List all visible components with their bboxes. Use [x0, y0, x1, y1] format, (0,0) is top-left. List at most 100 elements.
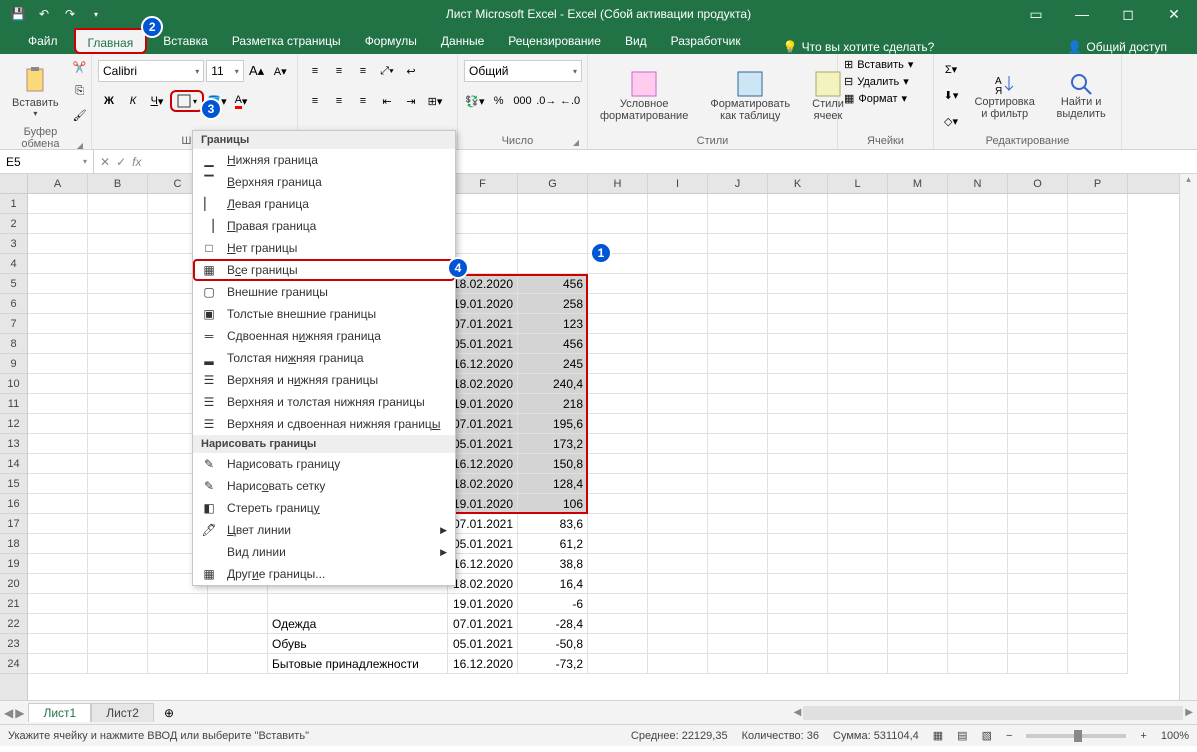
row-head-9[interactable]: 9 [0, 354, 27, 374]
cell[interactable] [588, 414, 648, 434]
draw-grid-item[interactable]: ✎Нарисовать сетку [193, 475, 455, 497]
zoom-slider[interactable] [1026, 734, 1126, 738]
cell[interactable] [948, 614, 1008, 634]
cell[interactable] [888, 454, 948, 474]
cell[interactable] [1068, 494, 1128, 514]
cell[interactable] [948, 554, 1008, 574]
cell[interactable] [1008, 494, 1068, 514]
cell[interactable] [88, 554, 148, 574]
tab-developer[interactable]: Разработчик [659, 28, 753, 54]
tab-page-layout[interactable]: Разметка страницы [220, 28, 353, 54]
cell[interactable] [828, 434, 888, 454]
cell[interactable] [1068, 414, 1128, 434]
cell[interactable]: 16.12.2020 [448, 554, 518, 574]
cell[interactable] [768, 214, 828, 234]
cell[interactable] [28, 234, 88, 254]
cell[interactable]: 07.01.2021 [448, 314, 518, 334]
cell[interactable]: 106 [518, 494, 588, 514]
cell[interactable] [828, 554, 888, 574]
cell[interactable] [28, 354, 88, 374]
cell[interactable] [708, 374, 768, 394]
cell[interactable] [648, 554, 708, 574]
cell[interactable] [888, 474, 948, 494]
fx-icon[interactable]: fx [132, 155, 141, 169]
cell[interactable] [28, 314, 88, 334]
cell[interactable] [648, 474, 708, 494]
cell[interactable] [518, 254, 588, 274]
cell[interactable] [948, 634, 1008, 654]
cell[interactable] [588, 494, 648, 514]
orientation-icon[interactable]: ⤢▾ [376, 60, 398, 82]
cell[interactable]: Обувь [268, 634, 448, 654]
cell[interactable] [888, 414, 948, 434]
cell[interactable] [88, 494, 148, 514]
cell[interactable] [948, 414, 1008, 434]
cell[interactable] [648, 414, 708, 434]
cell[interactable] [588, 314, 648, 334]
cell[interactable] [1008, 274, 1068, 294]
cell[interactable] [648, 534, 708, 554]
cell[interactable] [588, 294, 648, 314]
cell[interactable] [88, 274, 148, 294]
cell[interactable] [708, 454, 768, 474]
cell[interactable] [888, 334, 948, 354]
cell[interactable] [88, 294, 148, 314]
conditional-formatting-button[interactable]: Условное форматирование [594, 68, 694, 124]
cell[interactable]: 07.01.2021 [448, 614, 518, 634]
cell[interactable] [88, 574, 148, 594]
border-all-item[interactable]: ▦Все границы 4 [193, 259, 455, 281]
cell[interactable] [648, 634, 708, 654]
cell[interactable] [28, 214, 88, 234]
cell[interactable] [888, 214, 948, 234]
cell[interactable] [1008, 634, 1068, 654]
cell[interactable] [768, 434, 828, 454]
cell[interactable] [88, 254, 148, 274]
cell[interactable] [1068, 234, 1128, 254]
cell[interactable] [768, 594, 828, 614]
cell[interactable] [888, 194, 948, 214]
row-head-4[interactable]: 4 [0, 254, 27, 274]
border-top-item[interactable]: ▔Верхняя граница [193, 171, 455, 193]
cell[interactable] [88, 414, 148, 434]
row-head-13[interactable]: 13 [0, 434, 27, 454]
cell[interactable] [768, 494, 828, 514]
cell[interactable] [648, 214, 708, 234]
cell[interactable] [888, 354, 948, 374]
borders-split-button[interactable]: ▾ 3 [170, 90, 204, 112]
cell[interactable] [888, 434, 948, 454]
cell[interactable] [648, 334, 708, 354]
border-thick-item[interactable]: ▣Толстые внешние границы [193, 303, 455, 325]
cell[interactable] [708, 414, 768, 434]
sheet-tab-2[interactable]: Лист2 [91, 703, 154, 722]
cell[interactable]: 07.01.2021 [448, 414, 518, 434]
cell[interactable] [708, 354, 768, 374]
cell[interactable] [588, 274, 648, 294]
cell[interactable] [888, 314, 948, 334]
cell[interactable]: 195,6 [518, 414, 588, 434]
cell[interactable]: 19.01.2020 [448, 294, 518, 314]
cell[interactable] [768, 554, 828, 574]
align-center-icon[interactable]: ≡ [328, 90, 350, 112]
cell[interactable] [88, 234, 148, 254]
cell[interactable] [888, 374, 948, 394]
cell[interactable] [768, 654, 828, 674]
cell[interactable] [708, 554, 768, 574]
cell[interactable] [828, 334, 888, 354]
row-head-11[interactable]: 11 [0, 394, 27, 414]
border-dblbottom-item[interactable]: ═Сдвоенная нижняя граница [193, 325, 455, 347]
cell[interactable] [648, 314, 708, 334]
cell[interactable] [648, 234, 708, 254]
cell[interactable] [708, 654, 768, 674]
cell[interactable] [1068, 434, 1128, 454]
cell[interactable] [708, 594, 768, 614]
cell[interactable] [828, 394, 888, 414]
row-head-1[interactable]: 1 [0, 194, 27, 214]
tell-me-search[interactable]: 💡 Что вы хотите сделать? [783, 40, 935, 54]
cell[interactable] [828, 594, 888, 614]
cell[interactable] [1068, 314, 1128, 334]
cell[interactable] [1008, 534, 1068, 554]
insert-cells-icon[interactable]: ⊞ [844, 58, 853, 71]
cell[interactable] [88, 374, 148, 394]
cell[interactable] [1008, 414, 1068, 434]
horizontal-scrollbar[interactable]: ◀ ▶ [184, 706, 1197, 720]
